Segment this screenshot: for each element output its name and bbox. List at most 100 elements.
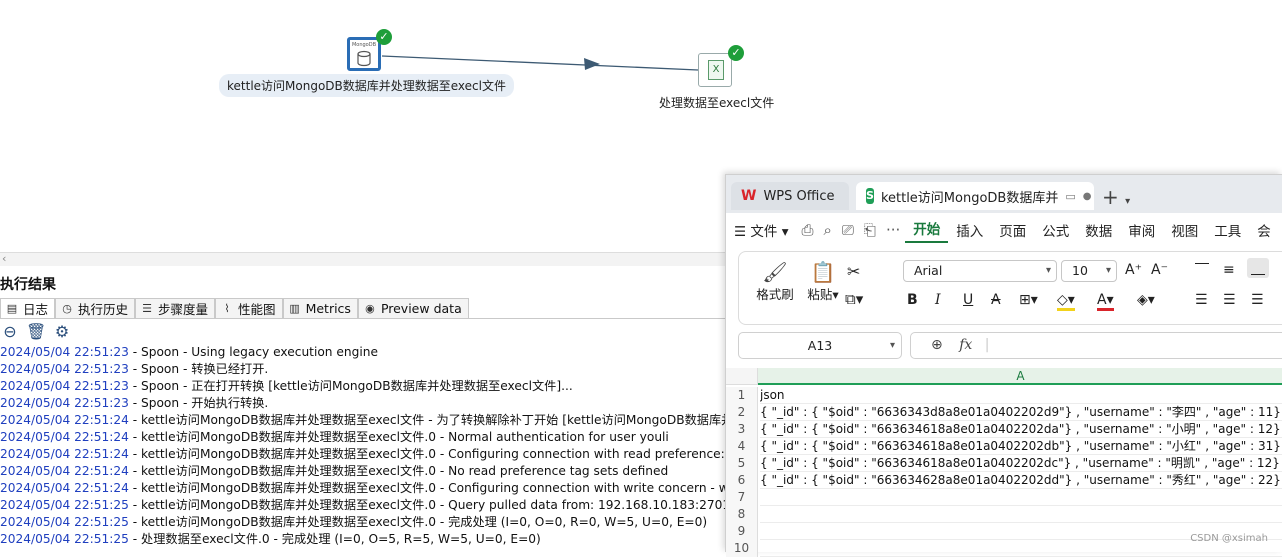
row-number[interactable]: 2: [726, 404, 758, 421]
tab-label: 性能图: [238, 302, 276, 317]
menu-home[interactable]: 开始: [905, 218, 949, 243]
cell-a[interactable]: { "_id" : { "$oid" : "663634618a8e01a040…: [760, 421, 1282, 438]
menu-member[interactable]: 会: [1249, 220, 1279, 240]
collapse-icon[interactable]: ⊖: [0, 322, 20, 342]
wps-logo-icon: W: [741, 188, 757, 204]
share-icon[interactable]: ⌕: [819, 221, 837, 239]
tab-preview-data[interactable]: ◉ Preview data: [357, 298, 469, 318]
metrics-icon: ▥: [289, 301, 300, 315]
clear-log-trash-icon[interactable]: 🗑: [26, 322, 46, 342]
save-icon[interactable]: ⎙: [796, 221, 818, 239]
font-name-select[interactable]: Arial ▾: [903, 260, 1057, 282]
name-box-value: A13: [807, 338, 833, 353]
column-header-a[interactable]: A: [758, 368, 1282, 385]
log-timestamp: 2024/05/04 22:51:25: [0, 498, 129, 512]
name-box[interactable]: A13 ▾: [738, 332, 902, 359]
clear-format-eraser-icon[interactable]: ◈▾: [1137, 292, 1155, 308]
cell-a[interactable]: [760, 506, 1282, 523]
row-number[interactable]: 6: [726, 472, 758, 489]
row-number[interactable]: 1: [726, 387, 758, 404]
row-number[interactable]: 8: [726, 506, 758, 523]
cell-a[interactable]: { "_id" : { "$oid" : "663634618a8e01a040…: [760, 438, 1282, 455]
font-size-select[interactable]: 10 ▾: [1061, 260, 1117, 282]
copy-icon[interactable]: ⧉▾: [845, 290, 863, 308]
scroll-left-icon[interactable]: ‹: [2, 252, 6, 265]
wps-menu-bar: ☰ 文件 ▾ ⎙ ⌕ ⎚ ⎗ ··· 开始 插入 页面 公式 数据 审阅 视图 …: [726, 213, 1282, 247]
cell-a[interactable]: { "_id" : { "$oid" : "663634628a8e01a040…: [760, 472, 1282, 489]
fill-color-icon[interactable]: ◇▾: [1057, 292, 1075, 311]
menu-data[interactable]: 数据: [1077, 220, 1120, 240]
hamburger-file-menu[interactable]: ☰ 文件 ▾: [726, 220, 796, 240]
canvas-horizontal-scrollbar[interactable]: ‹: [0, 252, 728, 266]
format-painter-button[interactable]: 🖌 格式刷: [753, 260, 797, 303]
paste-label: 粘贴: [807, 287, 833, 302]
excel-file-icon: X: [708, 60, 724, 80]
borders-icon[interactable]: ⊞▾: [1019, 292, 1038, 308]
spreadsheet-doc-tab[interactable]: S kettle访问MongoDB数据库并 ▭ ●: [856, 182, 1094, 210]
align-center-icon[interactable]: ☰: [1223, 292, 1236, 308]
log-line: 2024/05/04 22:51:23 - Spoon - Using lega…: [0, 344, 728, 361]
log-timestamp: 2024/05/04 22:51:24: [0, 413, 129, 427]
mongodb-input-step[interactable]: MongoDB: [347, 37, 381, 71]
log-timestamp: 2024/05/04 22:51:24: [0, 464, 129, 478]
menu-view[interactable]: 视图: [1163, 220, 1206, 240]
database-icon: [357, 50, 371, 67]
cell-a[interactable]: json: [760, 387, 1282, 404]
row-number[interactable]: 7: [726, 489, 758, 506]
row-number[interactable]: 10: [726, 540, 758, 557]
align-left-icon[interactable]: ☰: [1195, 292, 1208, 308]
cell-a[interactable]: [760, 489, 1282, 506]
menu-page[interactable]: 页面: [991, 220, 1034, 240]
menu-insert[interactable]: 插入: [948, 220, 991, 240]
wps-office-tab[interactable]: W WPS Office: [731, 182, 849, 210]
tab-log[interactable]: ▤ 日志: [0, 298, 56, 318]
underline-icon[interactable]: U: [963, 292, 973, 308]
fx-icon[interactable]: fx: [959, 337, 972, 353]
menu-formula[interactable]: 公式: [1034, 220, 1077, 240]
row-number[interactable]: 9: [726, 523, 758, 540]
font-color-icon[interactable]: A▾: [1097, 292, 1114, 311]
select-all-corner[interactable]: [726, 368, 758, 385]
increase-font-icon[interactable]: A⁺: [1125, 262, 1142, 278]
more-icon[interactable]: ···: [881, 221, 905, 239]
tab-history[interactable]: ◷ 执行历史: [55, 298, 136, 318]
align-right-icon[interactable]: ☰: [1251, 292, 1264, 308]
log-message: - kettle访问MongoDB数据库并处理数据至execl文件.0 - Qu…: [128, 498, 728, 512]
step-label-mongodb-input[interactable]: kettle访问MongoDB数据库并处理数据至execl文件: [219, 74, 514, 97]
cell-a[interactable]: { "_id" : { "$oid" : "663634618a8e01a040…: [760, 455, 1282, 472]
tab-step-metrics[interactable]: ☰ 步骤度量: [135, 298, 216, 318]
log-settings-gear-icon[interactable]: ⚙: [52, 322, 72, 342]
new-tab-plus-icon[interactable]: + ▾: [1102, 185, 1130, 209]
step-label-excel-output[interactable]: 处理数据至execl文件: [659, 94, 774, 111]
close-dot-icon[interactable]: ●: [1083, 191, 1092, 202]
cell-a[interactable]: { "_id" : { "$oid" : "6636343d8a8e01a040…: [760, 404, 1282, 421]
success-check-icon: ✓: [728, 45, 744, 61]
menu-tools[interactable]: 工具: [1206, 220, 1249, 240]
tab-divider: [0, 318, 728, 319]
cut-scissors-icon[interactable]: ✂: [847, 262, 860, 281]
row-number[interactable]: 5: [726, 455, 758, 472]
align-top-icon[interactable]: ⎺: [1195, 262, 1209, 278]
paste-button[interactable]: 📋 粘贴▾: [803, 260, 843, 303]
decrease-font-icon[interactable]: A⁻: [1151, 262, 1168, 278]
tab-performance[interactable]: ⌇ 性能图: [215, 298, 283, 318]
bold-icon[interactable]: B: [907, 292, 918, 308]
log-message: - 处理数据至execl文件.0 - 完成处理 (I=0, O=5, R=5, …: [128, 532, 541, 546]
align-bottom-icon[interactable]: ⎽: [1247, 258, 1269, 278]
tab-metrics[interactable]: ▥ Metrics: [282, 298, 358, 318]
print-preview-icon[interactable]: ⎗: [859, 221, 881, 239]
row-number[interactable]: 4: [726, 438, 758, 455]
strikethrough-icon[interactable]: A: [991, 292, 1001, 308]
italic-icon[interactable]: I: [935, 292, 941, 308]
log-message: - Spoon - 转换已经打开.: [128, 362, 269, 376]
formula-input[interactable]: ⊕ fx |: [910, 332, 1282, 359]
zoom-search-icon[interactable]: ⊕: [931, 337, 943, 353]
format-painter-icon: 🖌: [762, 260, 788, 284]
align-middle-icon[interactable]: ≡: [1223, 262, 1235, 278]
print-icon[interactable]: ⎚: [837, 221, 859, 239]
menu-review[interactable]: 审阅: [1120, 220, 1163, 240]
spreadsheet-grid[interactable]: A 1 json 2{ "_id" : { "$oid" : "6636343d8a…: [726, 368, 1282, 557]
row-number[interactable]: 3: [726, 421, 758, 438]
excel-output-step[interactable]: X: [698, 53, 732, 87]
preview-eye-icon: ◉: [365, 301, 375, 315]
